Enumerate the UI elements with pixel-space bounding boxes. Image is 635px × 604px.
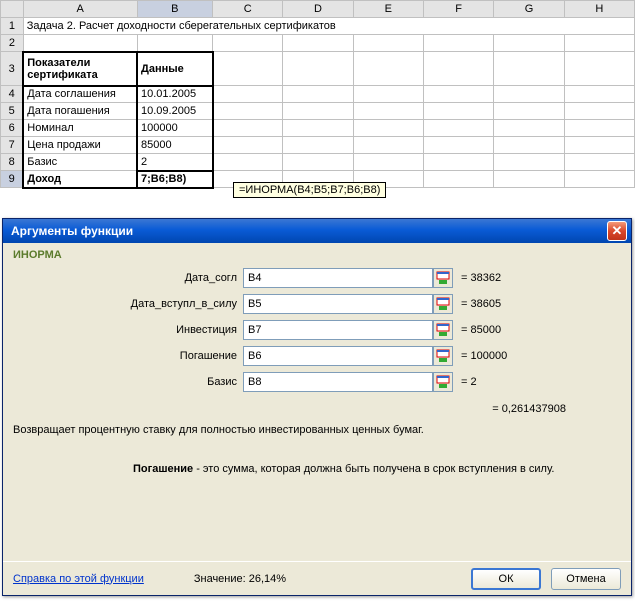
collapse-dialog-button[interactable] <box>433 372 453 392</box>
cell-A8[interactable]: Базис <box>23 154 137 171</box>
col-header-A[interactable]: A <box>23 1 137 18</box>
cell-B6[interactable]: 100000 <box>137 120 213 137</box>
arg-row: Погашение = 100000 <box>23 345 621 367</box>
column-header-row: A B C D E F G H <box>1 1 635 18</box>
arg-result: = 100000 <box>453 350 507 362</box>
collapse-dialog-button[interactable] <box>433 320 453 340</box>
dialog-body: ИНОРМА Дата_согл = 38362 Дата_вступл_в_с… <box>3 243 631 561</box>
cell-B4[interactable]: 10.01.2005 <box>137 86 213 103</box>
cell-A7[interactable]: Цена продажи <box>23 137 137 154</box>
cell-B5[interactable]: 10.09.2005 <box>137 103 213 120</box>
arg-desc-text: - это сумма, которая должна быть получен… <box>193 463 554 475</box>
arg-label: Базис <box>23 376 243 388</box>
overall-result: = 0,261437908 <box>13 403 621 415</box>
collapse-dialog-button[interactable] <box>433 294 453 314</box>
row-header-7[interactable]: 7 <box>1 137 24 154</box>
cell-A6[interactable]: Номинал <box>23 120 137 137</box>
argument-list: Дата_согл = 38362 Дата_вступл_в_силу <box>23 267 621 393</box>
cell-B8[interactable]: 2 <box>137 154 213 171</box>
argument-description: Погашение - это сумма, которая должна бы… <box>13 462 621 477</box>
arg-input-pogashenie[interactable] <box>243 346 433 366</box>
collapse-dialog-button[interactable] <box>433 268 453 288</box>
col-header-C[interactable]: C <box>213 1 283 18</box>
dialog-footer: Справка по этой функции Значение: 26,14%… <box>3 561 631 595</box>
refedit-icon <box>436 349 450 363</box>
refedit-icon <box>436 375 450 389</box>
close-icon: ✕ <box>612 223 623 238</box>
cancel-button[interactable]: Отмена <box>551 568 621 590</box>
row-header-8[interactable]: 8 <box>1 154 24 171</box>
refedit-icon <box>436 297 450 311</box>
collapse-dialog-button[interactable] <box>433 346 453 366</box>
row-header-4[interactable]: 4 <box>1 86 24 103</box>
cell-B9-active[interactable]: 7;B6;B8) <box>137 171 213 188</box>
dialog-titlebar[interactable]: Аргументы функции ✕ <box>3 219 631 243</box>
cell-A2[interactable] <box>23 35 137 52</box>
dialog-title: Аргументы функции <box>11 224 133 238</box>
help-link[interactable]: Справка по этой функции <box>13 573 144 585</box>
row-header-3[interactable]: 3 <box>1 52 24 86</box>
spreadsheet-grid[interactable]: A B C D E F G H 1 Задача 2. Расчет доход… <box>0 0 635 189</box>
col-header-B[interactable]: B <box>137 1 213 18</box>
arg-row: Базис = 2 <box>23 371 621 393</box>
select-all-corner[interactable] <box>1 1 24 18</box>
col-header-F[interactable]: F <box>424 1 494 18</box>
row-header-6[interactable]: 6 <box>1 120 24 137</box>
arg-result: = 2 <box>453 376 477 388</box>
arg-result: = 85000 <box>453 324 501 336</box>
col-header-H[interactable]: H <box>564 1 634 18</box>
arg-input-data-sogl[interactable] <box>243 268 433 288</box>
arg-label: Дата_согл <box>23 272 243 284</box>
arg-result: = 38605 <box>453 298 501 310</box>
cell-B3[interactable]: Данные <box>137 52 213 86</box>
arg-row: Инвестиция = 85000 <box>23 319 621 341</box>
cell-A4[interactable]: Дата соглашения <box>23 86 137 103</box>
function-name-label: ИНОРМА <box>13 249 621 261</box>
function-description: Возвращает процентную ставку для полност… <box>13 423 621 438</box>
value-label: Значение: 26,14% <box>194 573 286 585</box>
row-header-2[interactable]: 2 <box>1 35 24 52</box>
arg-label: Дата_вступл_в_силу <box>23 298 243 310</box>
ok-button[interactable]: ОК <box>471 568 541 590</box>
row-header-1[interactable]: 1 <box>1 18 24 35</box>
arg-desc-name: Погашение <box>133 463 193 475</box>
col-header-E[interactable]: E <box>353 1 423 18</box>
cell-A9[interactable]: Доход <box>23 171 137 188</box>
refedit-icon <box>436 323 450 337</box>
cell-B2[interactable] <box>137 35 213 52</box>
cell-B7[interactable]: 85000 <box>137 137 213 154</box>
cell-A5[interactable]: Дата погашения <box>23 103 137 120</box>
cell-A3[interactable]: Показатели сертификата <box>23 52 137 86</box>
row-header-9[interactable]: 9 <box>1 171 24 188</box>
col-header-D[interactable]: D <box>283 1 353 18</box>
refedit-icon <box>436 271 450 285</box>
arg-input-data-vstupl[interactable] <box>243 294 433 314</box>
arg-result: = 38362 <box>453 272 501 284</box>
col-header-G[interactable]: G <box>494 1 564 18</box>
arg-label: Погашение <box>23 350 243 362</box>
arg-label: Инвестиция <box>23 324 243 336</box>
arg-row: Дата_согл = 38362 <box>23 267 621 289</box>
row-header-5[interactable]: 5 <box>1 103 24 120</box>
arg-input-bazis[interactable] <box>243 372 433 392</box>
function-arguments-dialog: Аргументы функции ✕ ИНОРМА Дата_согл = 3… <box>2 218 632 596</box>
arg-input-investitsiya[interactable] <box>243 320 433 340</box>
close-button[interactable]: ✕ <box>607 221 627 241</box>
formula-tooltip: =ИНОРМА(B4;B5;B7;B6;B8) <box>233 182 386 198</box>
arg-row: Дата_вступл_в_силу = 38605 <box>23 293 621 315</box>
cell-A1[interactable]: Задача 2. Расчет доходности сберегательн… <box>23 18 634 35</box>
